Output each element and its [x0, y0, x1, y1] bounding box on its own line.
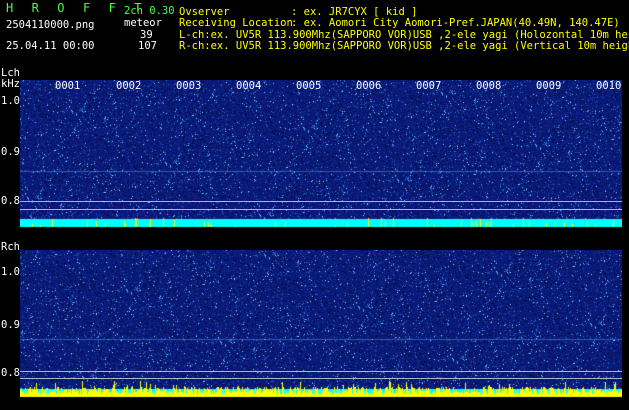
location-label: Receiving Location: [179, 17, 293, 29]
rch-tick-1-0: 1.0: [1, 266, 20, 278]
time-label: 0010: [596, 80, 622, 92]
lch-guide-line: [20, 201, 622, 202]
rch-meteor-count: 107: [138, 40, 157, 52]
rch-label: Rch: [1, 241, 20, 253]
lch-tick-1-0: 1.0: [1, 95, 20, 107]
lch-tick-0-9: 0.9: [1, 146, 20, 158]
lch-spectrogram: [20, 80, 622, 230]
time-label: 0007: [416, 80, 442, 92]
meteor-label: meteor: [124, 17, 162, 29]
rch-tick-0-9: 0.9: [1, 319, 20, 331]
time-label: 0008: [476, 80, 502, 92]
rch-guide-line: [20, 371, 622, 372]
filename: 2504110000.png: [6, 19, 95, 31]
rch-tick-0-8: 0.8: [1, 367, 20, 379]
channel-info: 2ch 0.30: [124, 5, 175, 17]
khz-unit-label: kHz: [1, 78, 20, 90]
rch-guide-line: [20, 378, 622, 379]
time-label: 0006: [356, 80, 382, 92]
time-label: 0003: [176, 80, 202, 92]
time-label: 0009: [536, 80, 562, 92]
lch-tick-0-8: 0.8: [1, 195, 20, 207]
datetime: 25.04.11 00:00: [6, 40, 95, 52]
time-label: 0002: [116, 80, 142, 92]
lch-guide-line: [20, 209, 622, 210]
time-label: 0005: [296, 80, 322, 92]
location-value: : ex. Aomori City Aomori-Pref.JAPAN(40.4…: [291, 17, 620, 29]
time-label: 0001: [55, 80, 81, 92]
time-label: 0004: [236, 80, 262, 92]
rch-description: R-ch:ex. UV5R 113.900Mhz(SAPPORO VOR)USB…: [179, 40, 629, 52]
